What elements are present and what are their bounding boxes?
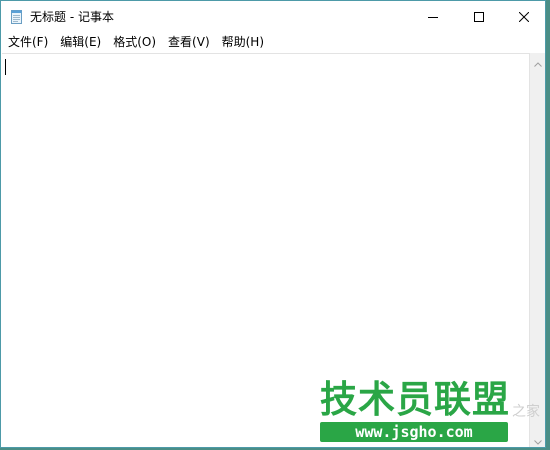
title-bar[interactable]: 无标题 - 记事本 [1,1,545,32]
menu-edit[interactable]: 编辑(E) [54,33,107,51]
minimize-icon [428,7,438,26]
chevron-up-icon [534,52,542,71]
scroll-up-button[interactable] [530,52,545,71]
window-title: 无标题 - 记事本 [30,10,114,24]
menu-help[interactable]: 帮助(H) [216,33,270,51]
chevron-down-icon [534,430,542,448]
menu-bar: 文件(F) 编辑(E) 格式(O) 查看(V) 帮助(H) [1,32,545,52]
watermark-url: www.jsgho.com [320,422,508,442]
menu-file[interactable]: 文件(F) [1,33,54,51]
watermark-side-text: 之家 [512,404,540,420]
maximize-button[interactable] [456,1,502,32]
text-caret [5,59,6,75]
watermark-title: 技术员联盟 [320,378,510,421]
maximize-icon [474,7,484,26]
notepad-icon [10,9,23,24]
menu-format[interactable]: 格式(O) [107,33,162,51]
close-button[interactable] [501,1,545,32]
minimize-button[interactable] [410,1,456,32]
site-watermark: 技术员联盟 www.jsgho.com [320,378,520,444]
scroll-down-button[interactable] [530,430,545,448]
menu-view[interactable]: 查看(V) [162,33,216,51]
close-icon [518,7,530,26]
vertical-scrollbar[interactable] [529,53,545,447]
